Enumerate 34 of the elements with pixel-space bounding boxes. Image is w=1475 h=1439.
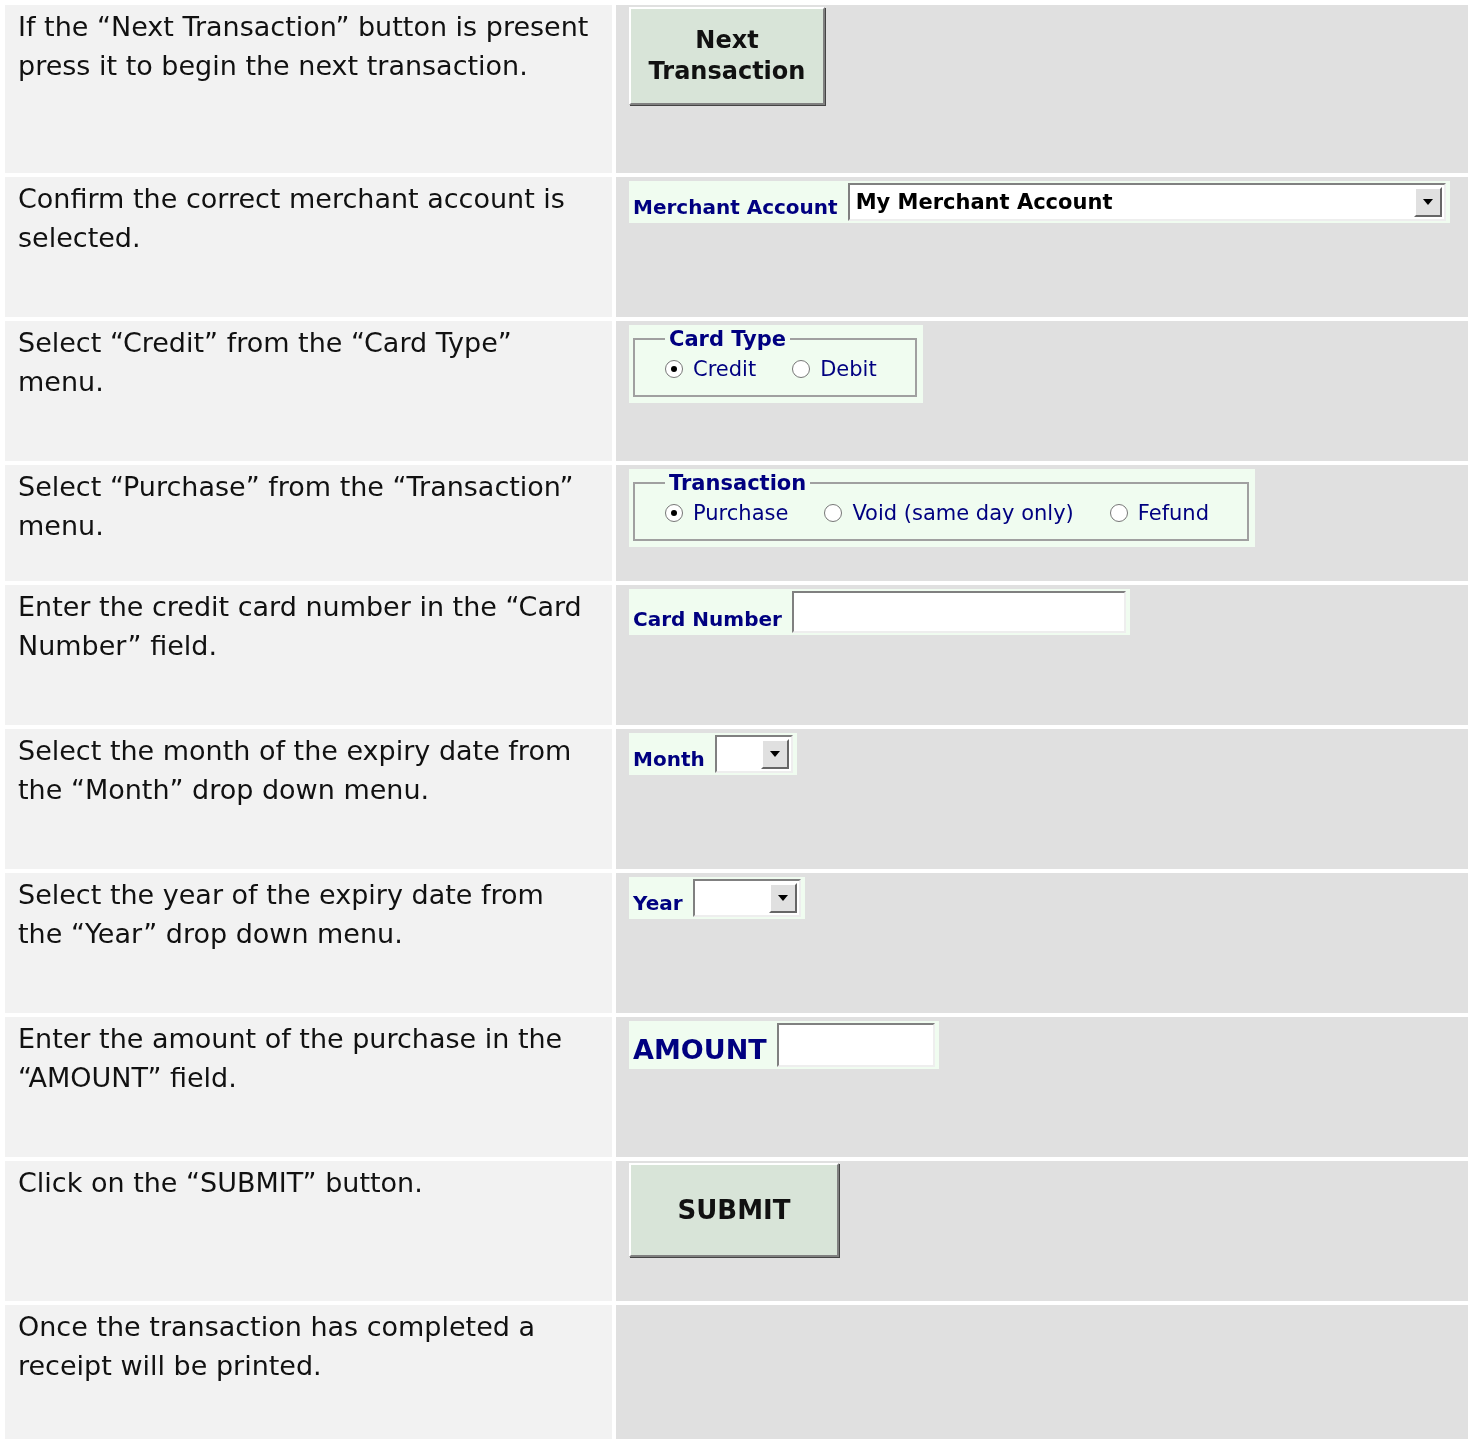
input-field[interactable]	[791, 591, 1126, 633]
instruction-text: Enter the amount of the purchase in the “AMOUNT” field.	[17, 1022, 564, 1095]
input-field[interactable]	[776, 1023, 935, 1067]
action-button[interactable]: Next Transaction	[629, 7, 825, 105]
radio-option[interactable]: Purchase	[665, 501, 789, 525]
radio-icon[interactable]	[1109, 504, 1128, 522]
dropdown[interactable]	[692, 879, 801, 917]
instruction-text: Select the year of the expiry date from the “Year” drop down menu.	[17, 878, 545, 951]
radio-option[interactable]: Void (same day only)	[824, 501, 1074, 525]
field-label: Month	[633, 747, 705, 773]
radio-icon[interactable]	[824, 504, 843, 522]
group-title: Transaction	[668, 471, 808, 495]
instruction-text: Select “Credit” from the “Card Type” menu.	[17, 326, 513, 399]
instruction-text: If the “Next Transaction” button is present press it to begin the next transaction.	[17, 10, 590, 83]
radio-option[interactable]: Credit	[665, 357, 757, 381]
radio-icon[interactable]	[665, 504, 683, 522]
instruction-text: Confirm the correct merchant account is selected.	[17, 182, 566, 255]
field-label: AMOUNT	[633, 1034, 767, 1067]
radio-option[interactable]: Debit	[792, 357, 877, 381]
dropdown[interactable]	[714, 735, 793, 773]
field-label: Card Number	[633, 607, 782, 633]
instruction-text: Enter the credit card number in the “Card Number” field.	[17, 590, 583, 663]
radio-icon[interactable]	[792, 360, 811, 378]
instruction-text: Select “Purchase” from the “Transaction” menu.	[17, 470, 575, 543]
instruction-text: Select the month of the expiry date from the “Month” drop down menu.	[17, 734, 573, 807]
instruction-text: Click on the “SUBMIT” button.	[17, 1166, 424, 1200]
group-title: Card Type	[668, 327, 788, 351]
instruction-text: Once the transaction has completed a receipt will be printed.	[17, 1310, 537, 1383]
field-label: Year	[633, 891, 683, 917]
radio-icon[interactable]	[665, 360, 683, 378]
dropdown[interactable]: My Merchant Account	[847, 183, 1446, 221]
radio-option[interactable]: Fefund	[1109, 501, 1209, 525]
field-label: Merchant Account	[633, 195, 838, 221]
action-button[interactable]: SUBMIT	[629, 1163, 839, 1257]
